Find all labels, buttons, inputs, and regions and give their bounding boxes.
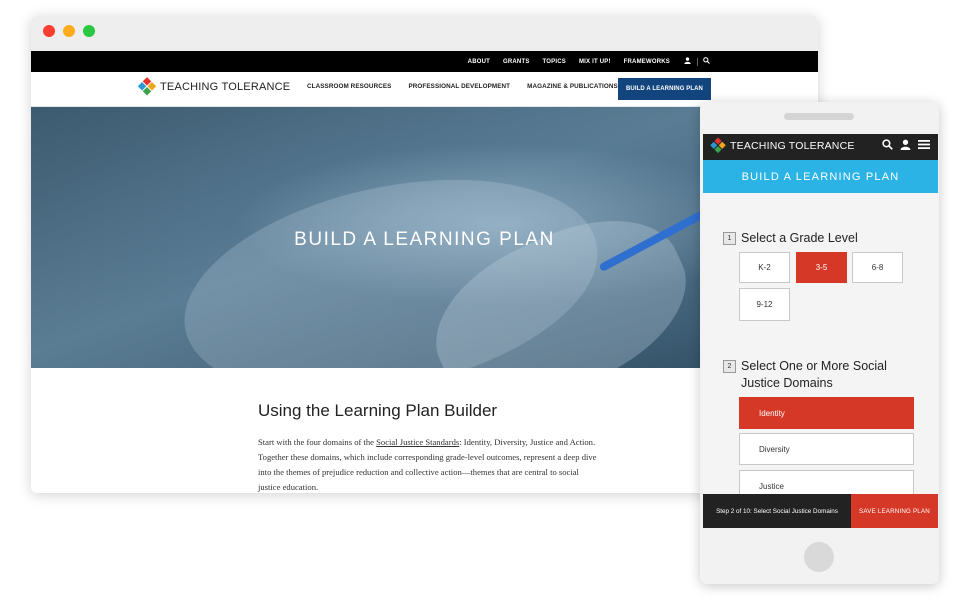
utility-link-mix-it-up[interactable]: MIX IT UP! xyxy=(579,59,611,65)
search-icon[interactable] xyxy=(703,57,710,66)
search-icon[interactable] xyxy=(882,139,893,153)
utility-link-topics[interactable]: TOPICS xyxy=(543,59,566,65)
mobile-screen: TEACHING TOLERANCE BUILD A LEARNING PLAN… xyxy=(703,134,938,528)
step-social-justice-domains: 2 Select One or More Social Justice Doma… xyxy=(723,358,921,392)
user-icon[interactable] xyxy=(900,139,911,153)
nav-magazine-publications[interactable]: MAGAZINE & PUBLICATIONS xyxy=(527,83,618,90)
mobile-site-logo[interactable]: TEACHING TOLERANCE xyxy=(710,137,855,155)
mobile-logo-text: TEACHING TOLERANCE xyxy=(730,140,855,152)
mobile-header-icons xyxy=(875,139,930,153)
logo-text: TEACHING TOLERANCE xyxy=(160,81,291,93)
phone-home-button[interactable] xyxy=(804,542,834,572)
social-justice-standards-link[interactable]: Social Justice Standards xyxy=(376,437,459,447)
progress-status-text: Step 2 of 10: Select Social Justice Doma… xyxy=(703,494,851,528)
step-grade-level: 1 Select a Grade Level xyxy=(723,230,921,247)
utility-nav: ABOUT GRANTS TOPICS MIX IT UP! FRAMEWORK… xyxy=(31,51,818,72)
save-learning-plan-button[interactable]: SAVE LEARNING PLAN xyxy=(851,494,938,528)
main-nav: TEACHING TOLERANCE CLASSROOM RESOURCES P… xyxy=(31,72,818,107)
mobile-header: TEACHING TOLERANCE xyxy=(703,134,938,160)
grade-option-3-5[interactable]: 3-5 xyxy=(796,252,847,283)
utility-link-about[interactable]: ABOUT xyxy=(468,59,490,65)
grade-option-k-2[interactable]: K-2 xyxy=(739,252,790,283)
logo-mark-icon xyxy=(137,77,157,97)
build-learning-plan-button[interactable]: BUILD A LEARNING PLAN xyxy=(618,78,711,100)
intro-paragraph: Start with the four domains of the Socia… xyxy=(258,435,598,493)
minimize-window-button[interactable] xyxy=(63,25,75,37)
mobile-device-frame: TEACHING TOLERANCE BUILD A LEARNING PLAN… xyxy=(700,102,939,584)
phone-speaker xyxy=(784,113,854,120)
nav-professional-development[interactable]: PROFESSIONAL DEVELOPMENT xyxy=(408,83,510,90)
close-window-button[interactable] xyxy=(43,25,55,37)
utility-divider xyxy=(697,57,698,66)
logo-mark-icon xyxy=(710,137,727,155)
domain-option-diversity[interactable]: Diversity xyxy=(739,433,914,465)
hamburger-menu-icon[interactable] xyxy=(918,139,930,153)
grade-option-6-8[interactable]: 6-8 xyxy=(852,252,903,283)
step-number-badge: 2 xyxy=(723,360,736,373)
intro-section: Using the Learning Plan Builder Start wi… xyxy=(258,401,598,493)
primary-nav-links: CLASSROOM RESOURCES PROFESSIONAL DEVELOP… xyxy=(307,83,635,90)
nav-classroom-resources[interactable]: CLASSROOM RESOURCES xyxy=(307,83,391,90)
maximize-window-button[interactable] xyxy=(83,25,95,37)
user-icon[interactable] xyxy=(684,57,691,66)
step-number-badge: 1 xyxy=(723,232,736,245)
utility-link-frameworks[interactable]: FRAMEWORKS xyxy=(624,59,670,65)
step-title: Select a Grade Level xyxy=(741,231,858,245)
mobile-footer-bar: Step 2 of 10: Select Social Justice Doma… xyxy=(703,494,938,528)
utility-link-grants[interactable]: GRANTS xyxy=(503,59,530,65)
grade-option-9-12[interactable]: 9-12 xyxy=(739,288,790,321)
site-logo[interactable]: TEACHING TOLERANCE xyxy=(137,77,291,97)
browser-chrome xyxy=(31,16,818,51)
intro-text-start: Start with the four domains of the xyxy=(258,437,377,447)
section-heading: Using the Learning Plan Builder xyxy=(258,401,498,420)
mobile-page-banner: BUILD A LEARNING PLAN xyxy=(703,160,938,193)
domain-option-identity[interactable]: Identity xyxy=(739,397,914,429)
step-title: Select One or More Social Justice Domain… xyxy=(741,359,887,390)
